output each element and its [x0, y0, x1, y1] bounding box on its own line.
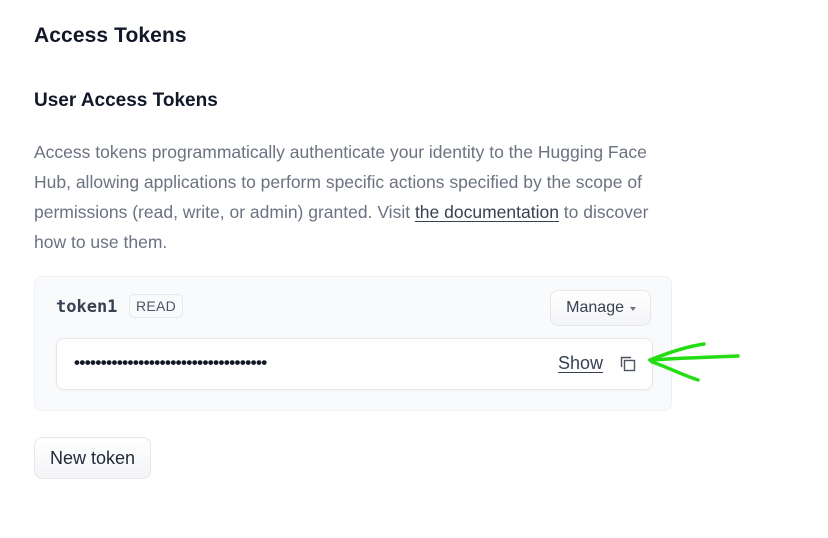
- page-title: Access Tokens: [34, 24, 187, 47]
- token-masked-value: ••••••••••••••••••••••••••••••••••••: [74, 353, 267, 372]
- token-card: token1 READ Manage •••••••••••••••••••••…: [34, 276, 672, 411]
- token-role-badge: READ: [129, 294, 184, 318]
- new-token-button[interactable]: New token: [34, 437, 152, 479]
- section-title: User Access Tokens: [34, 90, 218, 111]
- access-tokens-page: Access Tokens User Access Tokens Access …: [0, 0, 828, 538]
- section-description: Access tokens programmatically authentic…: [34, 137, 674, 257]
- manage-button-label: Manage: [566, 299, 624, 316]
- annotation-arrow-icon: [648, 342, 740, 382]
- documentation-link[interactable]: the documentation: [415, 202, 559, 222]
- token-value-field[interactable]: •••••••••••••••••••••••••••••••••••• Sho…: [56, 338, 653, 390]
- token-name: token1: [56, 297, 118, 317]
- copy-icon[interactable]: [619, 355, 637, 373]
- caret-down-icon: [630, 306, 636, 311]
- manage-button[interactable]: Manage: [550, 290, 651, 326]
- show-token-link[interactable]: Show: [558, 353, 603, 374]
